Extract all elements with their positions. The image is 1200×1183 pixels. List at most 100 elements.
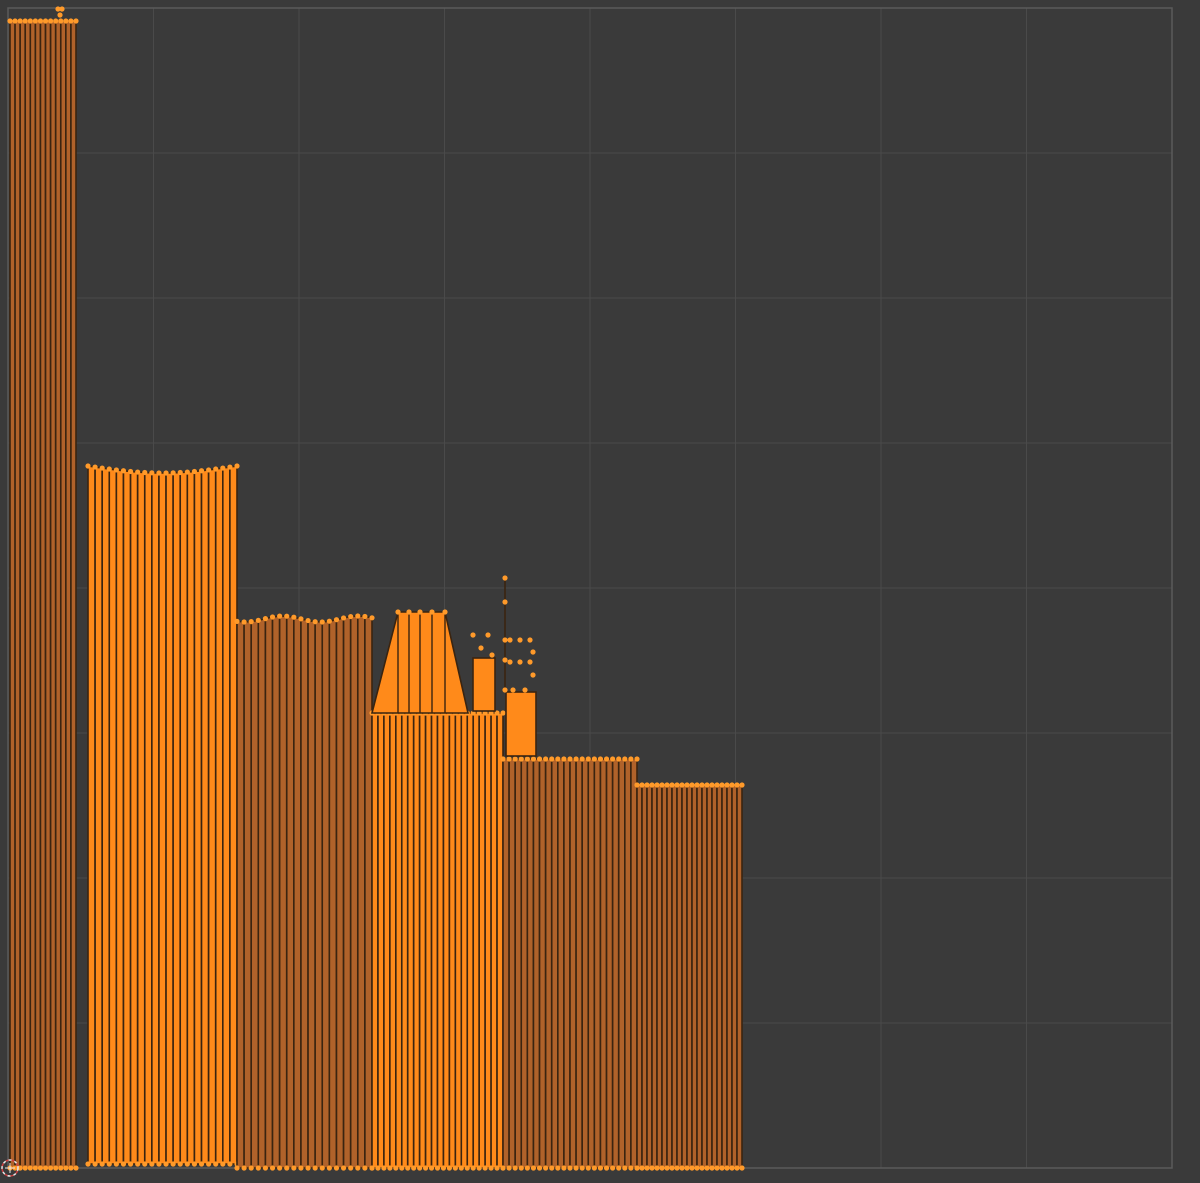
uv-vertex[interactable] bbox=[149, 470, 155, 476]
uv-face[interactable] bbox=[349, 615, 359, 1169]
uv-vertex[interactable] bbox=[616, 756, 622, 762]
uv-face[interactable] bbox=[87, 465, 96, 1165]
uv-vertex[interactable] bbox=[709, 782, 715, 788]
uv-vertex[interactable] bbox=[470, 1165, 476, 1171]
uv-vertex[interactable] bbox=[567, 1165, 573, 1171]
uv-vertex[interactable] bbox=[393, 1165, 399, 1171]
uv-vertex[interactable] bbox=[37, 18, 44, 24]
uv-vertex[interactable] bbox=[387, 1165, 393, 1171]
uv-vertex[interactable] bbox=[333, 1165, 340, 1171]
uv-vertex[interactable] bbox=[395, 609, 401, 615]
uv-face[interactable] bbox=[587, 758, 596, 1169]
uv-face[interactable] bbox=[278, 615, 288, 1169]
uv-face[interactable] bbox=[557, 758, 565, 1169]
uv-vertex[interactable] bbox=[135, 1161, 141, 1167]
uv-island-tall[interactable] bbox=[7, 18, 79, 1171]
uv-vertex[interactable] bbox=[7, 18, 13, 24]
uv-vertex[interactable] bbox=[305, 1165, 311, 1171]
uv-vertex[interactable] bbox=[262, 1165, 269, 1171]
uv-face[interactable] bbox=[321, 620, 331, 1169]
uv-vertex[interactable] bbox=[206, 467, 212, 473]
uv-face[interactable] bbox=[736, 784, 743, 1169]
uv-vertex[interactable] bbox=[191, 1161, 198, 1167]
uv-vertex[interactable] bbox=[355, 613, 361, 619]
uv-vertex[interactable] bbox=[585, 756, 591, 762]
uv-vertex[interactable] bbox=[714, 782, 720, 788]
uv-vertex[interactable] bbox=[417, 609, 423, 615]
uv-vertex[interactable] bbox=[530, 649, 536, 655]
uv-face[interactable] bbox=[300, 617, 309, 1169]
uv-vertex[interactable] bbox=[714, 1165, 720, 1171]
uv-vertex[interactable] bbox=[411, 1165, 417, 1171]
uv-face[interactable] bbox=[454, 712, 463, 1169]
uv-face[interactable] bbox=[328, 618, 338, 1169]
uv-vertex[interactable] bbox=[644, 782, 650, 788]
uv-vertex[interactable] bbox=[724, 1165, 730, 1171]
uv-vertex[interactable] bbox=[305, 617, 311, 624]
uv-face[interactable] bbox=[293, 616, 302, 1169]
uv-vertex[interactable] bbox=[255, 617, 261, 623]
uv-vertex[interactable] bbox=[58, 1165, 64, 1171]
uv-vertex[interactable] bbox=[362, 613, 368, 620]
uv-vertex[interactable] bbox=[22, 18, 28, 24]
uv-vertex[interactable] bbox=[156, 1161, 162, 1167]
uv-vertex[interactable] bbox=[555, 1165, 561, 1171]
uv-vertex[interactable] bbox=[113, 467, 119, 473]
uv-face[interactable] bbox=[222, 466, 231, 1165]
uv-vertex[interactable] bbox=[277, 1165, 283, 1171]
uv-face[interactable] bbox=[122, 469, 132, 1165]
uv-vertex[interactable] bbox=[597, 1165, 604, 1171]
uv-vertex[interactable] bbox=[85, 1161, 91, 1167]
uv-vertex[interactable] bbox=[262, 616, 269, 622]
uv-vertex[interactable] bbox=[502, 599, 508, 605]
uv-vertex[interactable] bbox=[381, 1165, 387, 1171]
uv-vertex[interactable] bbox=[634, 1165, 640, 1171]
uv-vertex[interactable] bbox=[191, 468, 198, 475]
uv-vertex[interactable] bbox=[644, 1165, 650, 1171]
uv-vertex[interactable] bbox=[127, 468, 134, 475]
uv-face[interactable] bbox=[526, 758, 535, 1169]
uv-face[interactable] bbox=[400, 712, 409, 1169]
uv-vertex[interactable] bbox=[674, 1165, 680, 1171]
uv-vertex[interactable] bbox=[156, 470, 162, 476]
uv-vertex[interactable] bbox=[99, 465, 105, 471]
uv-vertex[interactable] bbox=[369, 615, 375, 621]
uv-vertex[interactable] bbox=[12, 18, 18, 24]
uv-vertex[interactable] bbox=[369, 1165, 375, 1171]
uv-vertex[interactable] bbox=[405, 1165, 411, 1171]
uv-face[interactable] bbox=[186, 470, 196, 1165]
uv-vertex[interactable] bbox=[591, 756, 597, 762]
uv-vertex[interactable] bbox=[561, 1165, 567, 1171]
uv-vertex[interactable] bbox=[669, 782, 675, 788]
uv-vertex[interactable] bbox=[543, 1165, 549, 1171]
uv-vertex[interactable] bbox=[326, 618, 332, 624]
uv-vertex[interactable] bbox=[476, 1165, 482, 1171]
uv-vertex[interactable] bbox=[142, 469, 148, 476]
uv-island-trapezoid[interactable] bbox=[370, 609, 470, 714]
uv-vertex[interactable] bbox=[57, 12, 63, 18]
uv-vertex[interactable] bbox=[234, 618, 240, 624]
uv-vertex[interactable] bbox=[434, 1165, 441, 1171]
uv-face[interactable] bbox=[129, 470, 139, 1165]
uv-vertex[interactable] bbox=[719, 1165, 725, 1171]
uv-vertex[interactable] bbox=[452, 1165, 458, 1171]
uv-vertex[interactable] bbox=[234, 463, 240, 469]
uv-vertex[interactable] bbox=[27, 1165, 33, 1171]
uv-vertex[interactable] bbox=[85, 463, 91, 469]
uv-face[interactable] bbox=[165, 472, 174, 1165]
uv-face[interactable] bbox=[563, 758, 571, 1169]
uv-vertex[interactable] bbox=[92, 1161, 98, 1167]
uv-vertex[interactable] bbox=[512, 1165, 518, 1171]
uv-vertex[interactable] bbox=[622, 1165, 628, 1171]
uv-vertex[interactable] bbox=[170, 470, 176, 476]
uv-vertex[interactable] bbox=[689, 1165, 695, 1171]
uv-vertex[interactable] bbox=[333, 617, 340, 623]
uv-face[interactable] bbox=[229, 465, 238, 1165]
uv-vertex[interactable] bbox=[63, 18, 69, 24]
uv-vertex[interactable] bbox=[502, 687, 508, 693]
uv-vertex[interactable] bbox=[694, 782, 700, 788]
uv-face[interactable] bbox=[158, 472, 167, 1165]
uv-vertex[interactable] bbox=[319, 1165, 325, 1171]
uv-vertex[interactable] bbox=[674, 782, 680, 788]
uv-face[interactable] bbox=[581, 758, 590, 1169]
